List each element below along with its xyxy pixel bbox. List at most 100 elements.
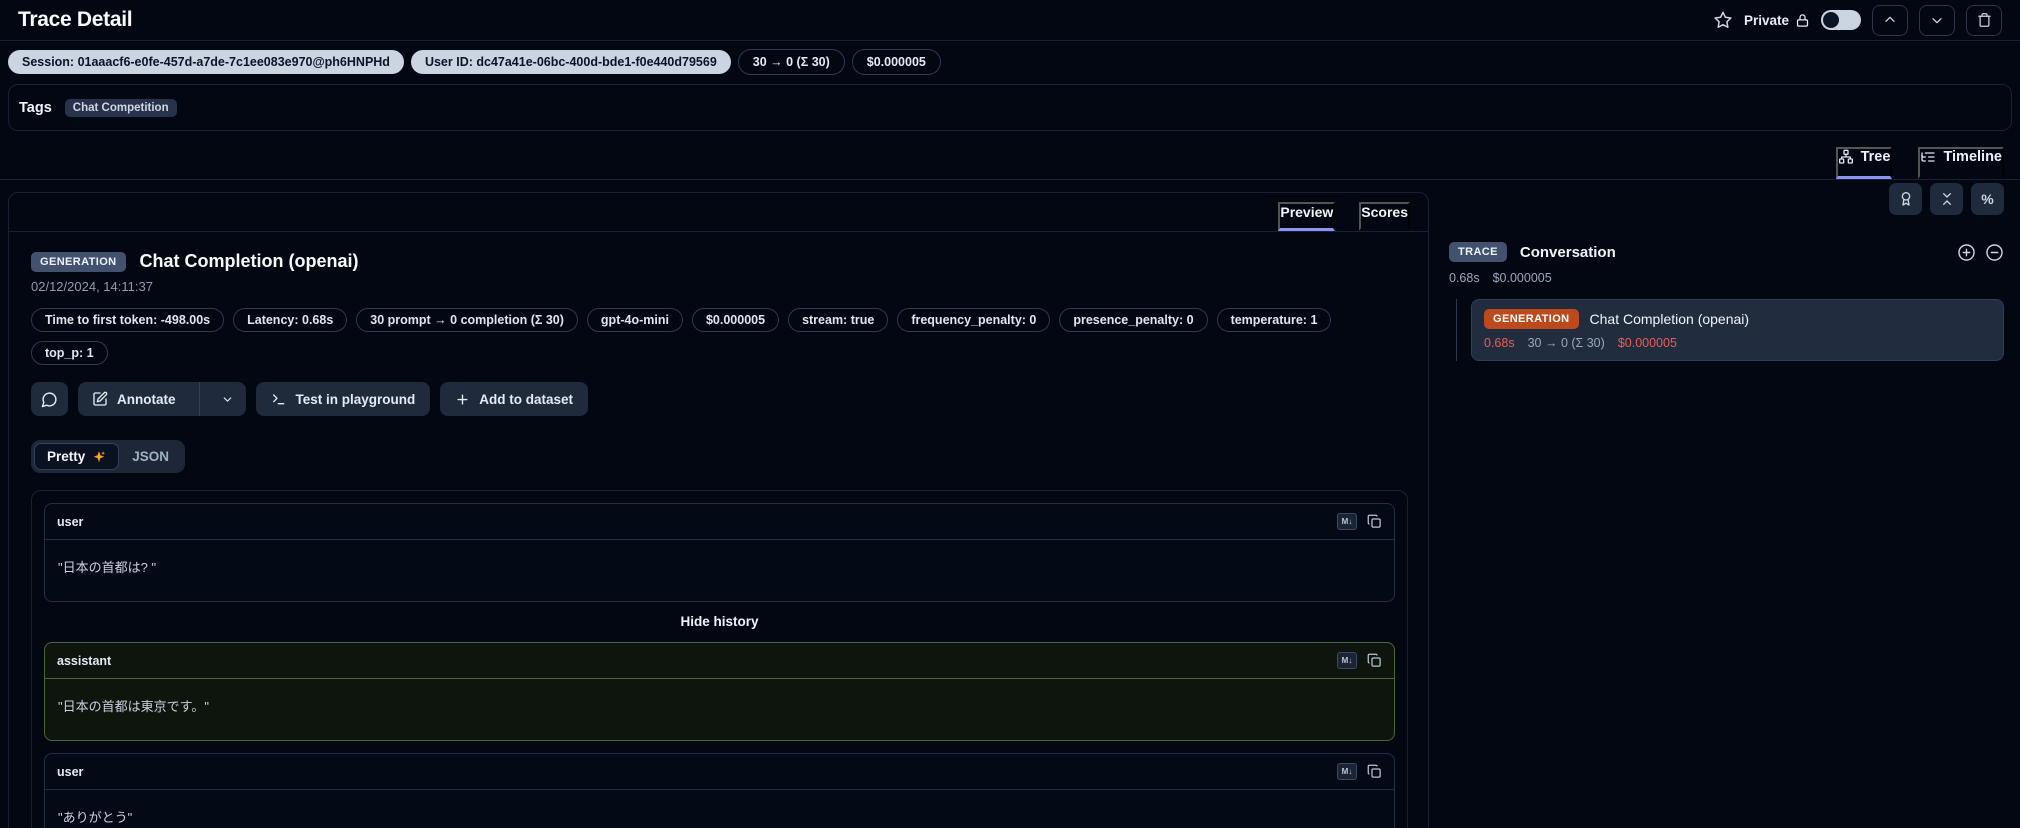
view-tabs: Tree Timeline xyxy=(0,131,2020,180)
annotate-split-button: Annotate xyxy=(78,382,246,416)
message-role: user xyxy=(57,514,84,529)
privacy-toggle[interactable] xyxy=(1821,10,1861,30)
message-role: user xyxy=(57,764,84,779)
markdown-toggle-icon[interactable]: M↓ xyxy=(1337,652,1357,669)
star-icon[interactable] xyxy=(1713,10,1733,30)
terminal-icon xyxy=(271,391,287,407)
tree-panel-actions: % xyxy=(1449,183,2004,215)
token-usage-badge: 30 → 0 (Σ 30) xyxy=(737,49,845,75)
trace-tree-panel: % TRACE Conversation 0.68s $0.000005 GEN… xyxy=(1445,180,2012,361)
content-area: Preview Scores GENERATION Chat Completio… xyxy=(0,180,2020,828)
observation-type-badge: GENERATION xyxy=(31,251,126,272)
message-header: assistant M↓ xyxy=(45,643,1394,679)
user-id-badge[interactable]: User ID: dc47a41e-06bc-400d-bde1-f0e440d… xyxy=(410,50,731,74)
tab-tree-label: Tree xyxy=(1860,149,1891,165)
chevron-up-icon xyxy=(1882,12,1898,28)
comment-button[interactable] xyxy=(31,382,68,416)
edit-icon xyxy=(92,391,108,407)
io-messages-container: user M↓ "日本の首都は? " Hide history assistan… xyxy=(31,490,1408,828)
message-header: user M↓ xyxy=(45,504,1394,540)
collapse-all-icon[interactable] xyxy=(1985,243,2004,262)
delete-trace-button[interactable] xyxy=(1966,4,2002,36)
format-json-button[interactable]: JSON xyxy=(119,443,182,470)
comment-icon xyxy=(41,391,58,408)
annotate-label: Annotate xyxy=(117,391,176,407)
chip-time-to-first-token: Time to first token: -498.00s xyxy=(31,308,225,332)
collapse-all-button[interactable] xyxy=(1930,183,1963,215)
lock-icon xyxy=(1795,13,1810,28)
node-metrics: 0.68s 30 → 0 (Σ 30) $0.000005 xyxy=(1484,336,1991,350)
tab-timeline-label: Timeline xyxy=(1943,149,2002,165)
tab-scores[interactable]: Scores xyxy=(1359,202,1410,231)
generation-badge: GENERATION xyxy=(1484,309,1579,329)
toggle-metrics-button[interactable]: % xyxy=(1971,183,2004,215)
plus-icon xyxy=(455,392,470,407)
message-tools: M↓ xyxy=(1337,513,1382,530)
format-pretty-button[interactable]: Pretty xyxy=(34,443,120,470)
node-title: Chat Completion (openai) xyxy=(1589,311,1750,327)
trace-cost: $0.000005 xyxy=(1492,271,1552,285)
tab-timeline[interactable]: Timeline xyxy=(1918,147,2004,179)
observation-actions: Annotate Test in playground Add to datas… xyxy=(31,382,1406,416)
tab-tree[interactable]: Tree xyxy=(1835,147,1893,179)
tag-chip: Chat Competition xyxy=(64,98,177,117)
copy-icon[interactable] xyxy=(1367,514,1382,529)
privacy-control: Private xyxy=(1744,13,1810,28)
test-in-playground-button[interactable]: Test in playground xyxy=(255,382,431,416)
message-content: "日本の首都は東京です。" xyxy=(58,699,209,714)
copy-icon[interactable] xyxy=(1367,653,1382,668)
tab-preview[interactable]: Preview xyxy=(1278,202,1336,231)
format-toggle: Pretty JSON xyxy=(31,440,186,473)
tags-label: Tags xyxy=(19,99,52,116)
next-trace-button[interactable] xyxy=(1919,4,1955,36)
tags-section: Tags Chat Competition xyxy=(8,84,2012,131)
message-content: "ありがとう" xyxy=(58,810,133,825)
generation-node-selected[interactable]: GENERATION Chat Completion (openai) 0.68… xyxy=(1471,299,2004,361)
observation-title: Chat Completion (openai) xyxy=(139,251,359,271)
timeline-icon xyxy=(1920,149,1936,165)
trace-title: Conversation xyxy=(1519,243,1616,261)
add-to-dataset-button[interactable]: Add to dataset xyxy=(440,382,589,416)
annotate-dropdown-button[interactable] xyxy=(209,382,246,416)
previous-trace-button[interactable] xyxy=(1872,4,1908,36)
trace-badge: TRACE xyxy=(1449,242,1507,262)
page-title: Trace Detail xyxy=(18,8,133,31)
session-badge[interactable]: Session: 01aaacf6-e0fe-457d-a7de-7c1ee08… xyxy=(8,50,404,74)
markdown-toggle-icon[interactable]: M↓ xyxy=(1337,513,1357,530)
trace-root-row[interactable]: TRACE Conversation xyxy=(1449,242,2004,262)
chip-temperature: temperature: 1 xyxy=(1216,308,1332,332)
chip-top-p: top_p: 1 xyxy=(31,341,108,365)
markdown-toggle-icon[interactable]: M↓ xyxy=(1337,763,1357,780)
annotate-button[interactable]: Annotate xyxy=(78,382,190,416)
chip-presence-penalty: presence_penalty: 0 xyxy=(1059,308,1208,332)
message-header: user M↓ xyxy=(45,754,1394,790)
message-assistant: assistant M↓ "日本の首都は東京です。" xyxy=(44,642,1395,741)
award-icon xyxy=(1898,191,1914,207)
tree-icon xyxy=(1838,149,1854,165)
tree-branch-line xyxy=(1456,299,1471,361)
observation-timestamp: 02/12/2024, 14:11:37 xyxy=(31,279,153,294)
message-tools: M↓ xyxy=(1337,763,1382,780)
trace-latency: 0.68s xyxy=(1449,271,1480,285)
scores-award-button[interactable] xyxy=(1889,183,1922,215)
toggle-knob xyxy=(1823,12,1839,28)
expand-all-icon[interactable] xyxy=(1957,243,1976,262)
preview-tabs: Preview Scores xyxy=(9,193,1428,232)
chip-cost: $0.000005 xyxy=(691,308,780,332)
trace-expand-controls xyxy=(1957,243,2004,262)
copy-icon[interactable] xyxy=(1367,764,1382,779)
observation-header: GENERATION Chat Completion (openai) xyxy=(31,251,1406,272)
top-bar-actions: Private xyxy=(1713,4,2002,36)
hide-history-toggle[interactable]: Hide history xyxy=(44,602,1395,642)
observation-metrics-chips: Time to first token: -498.00s Latency: 0… xyxy=(31,308,1361,365)
node-tokens: 30 → 0 (Σ 30) xyxy=(1527,336,1605,350)
node-latency: 0.68s xyxy=(1484,336,1515,350)
chip-token-usage: 30 prompt → 0 completion (Σ 30) xyxy=(356,308,578,332)
chevron-down-icon xyxy=(221,393,234,406)
node-header: GENERATION Chat Completion (openai) xyxy=(1484,309,1991,329)
pretty-label: Pretty xyxy=(47,449,86,464)
message-role: assistant xyxy=(57,653,112,668)
add-to-dataset-label: Add to dataset xyxy=(479,391,574,407)
trace-metrics: 0.68s $0.000005 xyxy=(1449,271,2004,285)
